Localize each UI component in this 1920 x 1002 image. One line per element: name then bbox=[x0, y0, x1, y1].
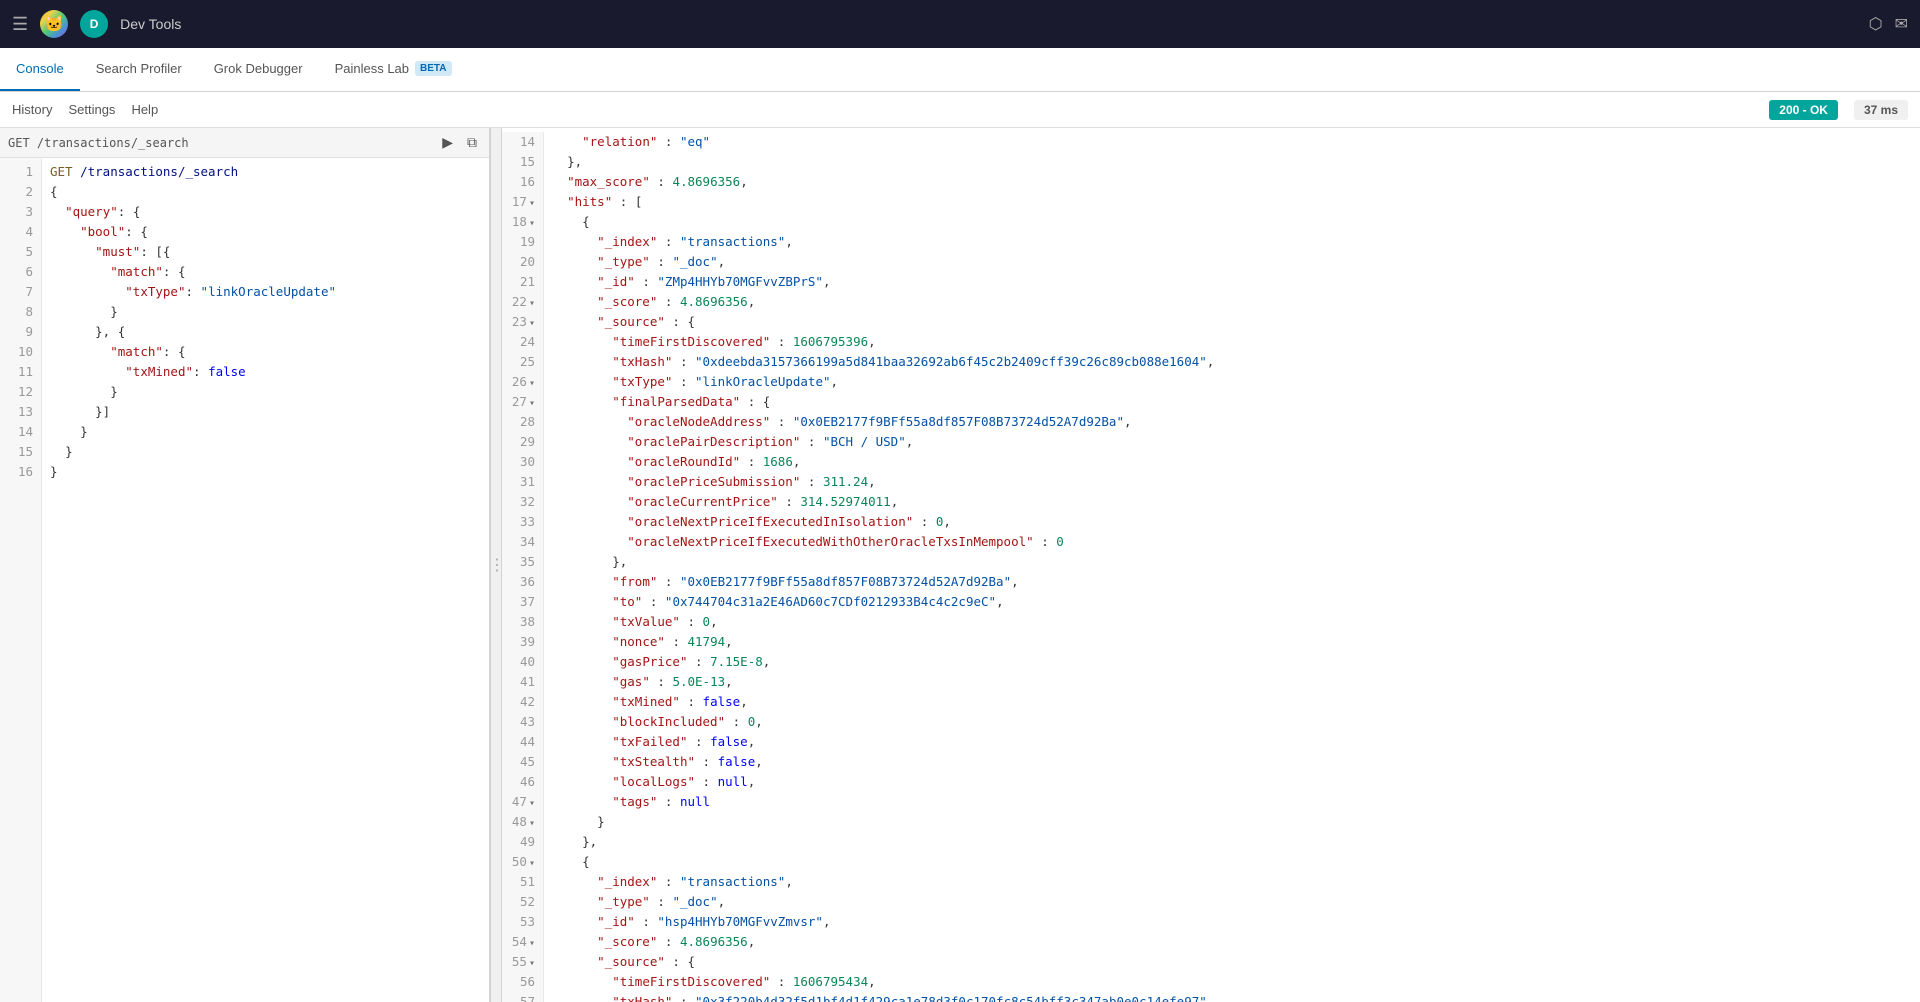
share-icon[interactable]: ⬡ bbox=[1869, 14, 1883, 34]
history-button[interactable]: History bbox=[12, 102, 52, 117]
tab-grok-debugger[interactable]: Grok Debugger bbox=[198, 48, 319, 91]
resp-line-37: 37 "to" : "0x744704c31a2E46AD60c7CDf0212… bbox=[502, 592, 1920, 612]
top-bar: ☰ 🐱 D Dev Tools ⬡ ✉ bbox=[0, 0, 1920, 48]
resp-line-36: 36 "from" : "0x0EB2177f9BFf55a8df857F08B… bbox=[502, 572, 1920, 592]
resp-line-27: 27 "finalParsedData" : { bbox=[502, 392, 1920, 412]
tabs-bar: Console Search Profiler Grok Debugger Pa… bbox=[0, 48, 1920, 92]
resp-line-47: 47 "tags" : null bbox=[502, 792, 1920, 812]
kibana-logo: 🐱 bbox=[40, 10, 68, 38]
resp-line-33: 33 "oracleNextPriceIfExecutedInIsolation… bbox=[502, 512, 1920, 532]
tab-painless-lab[interactable]: Painless Lab BETA bbox=[319, 48, 468, 91]
resp-line-34: 34 "oracleNextPriceIfExecutedWithOtherOr… bbox=[502, 532, 1920, 552]
panel-divider[interactable]: ⋮ bbox=[490, 128, 502, 1002]
resp-line-50: 50 { bbox=[502, 852, 1920, 872]
resp-line-46: 46 "localLogs" : null, bbox=[502, 772, 1920, 792]
resp-line-56: 56 "timeFirstDiscovered" : 1606795434, bbox=[502, 972, 1920, 992]
resp-line-29: 29 "oraclePairDescription" : "BCH / USD"… bbox=[502, 432, 1920, 452]
resp-line-19: 19 "_index" : "transactions", bbox=[502, 232, 1920, 252]
resp-line-24: 24 "timeFirstDiscovered" : 1606795396, bbox=[502, 332, 1920, 352]
resp-line-54: 54 "_score" : 4.8696356, bbox=[502, 932, 1920, 952]
resp-line-49: 49 }, bbox=[502, 832, 1920, 852]
resp-line-51: 51 "_index" : "transactions", bbox=[502, 872, 1920, 892]
resp-line-26: 26 "txType" : "linkOracleUpdate", bbox=[502, 372, 1920, 392]
resp-line-38: 38 "txValue" : 0, bbox=[502, 612, 1920, 632]
code-content[interactable]: GET /transactions/_search { "query": { "… bbox=[42, 158, 489, 1002]
resp-line-22: 22 "_score" : 4.8696356, bbox=[502, 292, 1920, 312]
time-badge: 37 ms bbox=[1854, 100, 1908, 120]
settings-button[interactable]: Settings bbox=[68, 102, 115, 117]
resp-line-31: 31 "oraclePriceSubmission" : 311.24, bbox=[502, 472, 1920, 492]
resp-line-21: 21 "_id" : "ZMp4HHYb70MGFvvZBPrS", bbox=[502, 272, 1920, 292]
resp-line-55: 55 "_source" : { bbox=[502, 952, 1920, 972]
resp-line-35: 35 }, bbox=[502, 552, 1920, 572]
editor-header: GET /transactions/_search ▶ ⧉ bbox=[0, 128, 489, 158]
resp-line-14: 14 "relation" : "eq" bbox=[502, 132, 1920, 152]
resp-line-15: 15 }, bbox=[502, 152, 1920, 172]
menu-icon[interactable]: ☰ bbox=[12, 14, 28, 35]
resp-line-45: 45 "txStealth" : false, bbox=[502, 752, 1920, 772]
resp-line-42: 42 "txMined" : false, bbox=[502, 692, 1920, 712]
response-content: 14 "relation" : "eq" 15 }, 16 "max_score… bbox=[502, 128, 1920, 1002]
resp-line-16: 16 "max_score" : 4.8696356, bbox=[502, 172, 1920, 192]
resp-line-41: 41 "gas" : 5.0E-13, bbox=[502, 672, 1920, 692]
user-avatar[interactable]: D bbox=[80, 10, 108, 38]
top-bar-actions: ⬡ ✉ bbox=[1869, 14, 1908, 34]
resp-line-53: 53 "_id" : "hsp4HHYb70MGFvvZmvsr", bbox=[502, 912, 1920, 932]
status-badge: 200 - OK bbox=[1769, 100, 1838, 120]
tab-search-profiler[interactable]: Search Profiler bbox=[80, 48, 198, 91]
resp-line-32: 32 "oracleCurrentPrice" : 314.52974011, bbox=[502, 492, 1920, 512]
main-content: GET /transactions/_search ▶ ⧉ 1 2 3 4 5 … bbox=[0, 128, 1920, 1002]
editor-panel: GET /transactions/_search ▶ ⧉ 1 2 3 4 5 … bbox=[0, 128, 490, 1002]
resp-line-18: 18 { bbox=[502, 212, 1920, 232]
toolbar: History Settings Help 200 - OK 37 ms bbox=[0, 92, 1920, 128]
resp-line-40: 40 "gasPrice" : 7.15E-8, bbox=[502, 652, 1920, 672]
divider-handle: ⋮ bbox=[489, 555, 503, 575]
resp-line-48: 48 } bbox=[502, 812, 1920, 832]
resp-line-52: 52 "_type" : "_doc", bbox=[502, 892, 1920, 912]
resp-line-30: 30 "oracleRoundId" : 1686, bbox=[502, 452, 1920, 472]
app-title: Dev Tools bbox=[120, 16, 181, 32]
resp-line-43: 43 "blockIncluded" : 0, bbox=[502, 712, 1920, 732]
resp-line-23: 23 "_source" : { bbox=[502, 312, 1920, 332]
resp-line-20: 20 "_type" : "_doc", bbox=[502, 252, 1920, 272]
tab-console[interactable]: Console bbox=[0, 48, 80, 91]
resp-line-39: 39 "nonce" : 41794, bbox=[502, 632, 1920, 652]
resp-line-57: 57 "txHash" : "0x3f220b4d32f5d1bf4d1f429… bbox=[502, 992, 1920, 1002]
resp-line-44: 44 "txFailed" : false, bbox=[502, 732, 1920, 752]
response-panel[interactable]: 14 "relation" : "eq" 15 }, 16 "max_score… bbox=[502, 128, 1920, 1002]
resp-line-28: 28 "oracleNodeAddress" : "0x0EB2177f9BFf… bbox=[502, 412, 1920, 432]
request-line: GET /transactions/_search bbox=[8, 136, 189, 150]
copy-button[interactable]: ⧉ bbox=[463, 132, 481, 153]
line-numbers: 1 2 3 4 5 6 7 8 9 10 11 12 13 14 15 16 bbox=[0, 158, 42, 1002]
code-area[interactable]: 1 2 3 4 5 6 7 8 9 10 11 12 13 14 15 16 G… bbox=[0, 158, 489, 1002]
resp-line-25: 25 "txHash" : "0xdeebda3157366199a5d841b… bbox=[502, 352, 1920, 372]
help-button[interactable]: Help bbox=[131, 102, 158, 117]
beta-badge: BETA bbox=[415, 61, 451, 76]
mail-icon[interactable]: ✉ bbox=[1895, 14, 1908, 34]
editor-actions: ▶ ⧉ bbox=[438, 132, 481, 153]
resp-line-17: 17 "hits" : [ bbox=[502, 192, 1920, 212]
run-button[interactable]: ▶ bbox=[438, 132, 457, 153]
